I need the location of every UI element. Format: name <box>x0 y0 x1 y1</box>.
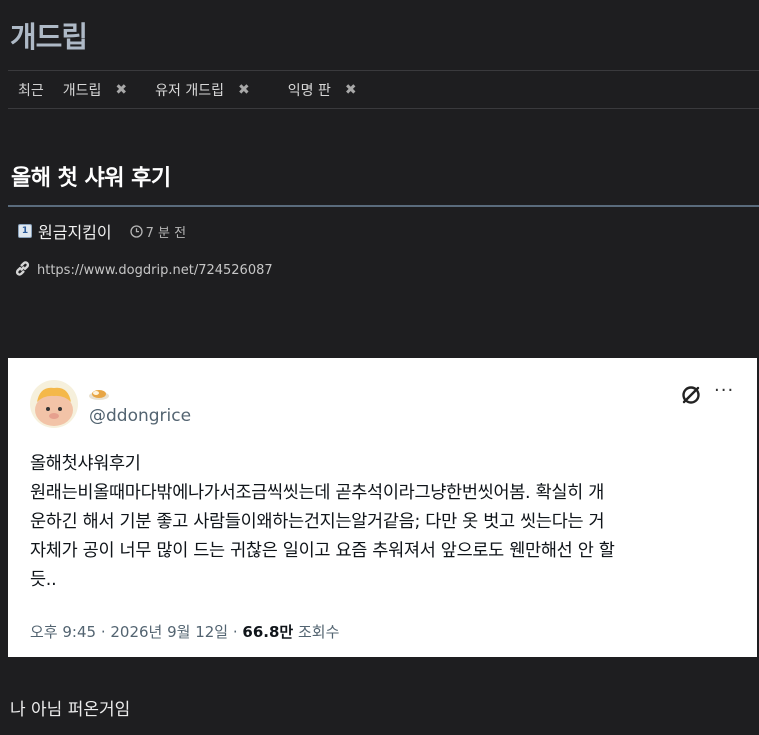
tab-bar: 최근 개드립 ✖ 유저 개드립 ✖ 익명 판 ✖ <box>8 70 759 109</box>
post-title: 올해 첫 샤워 후기 <box>11 166 171 191</box>
tab-anonymous[interactable]: 익명 판 ✖ <box>288 80 357 100</box>
view-count-label: 조회수 <box>293 623 340 641</box>
author-name[interactable]: 원금지킴이 <box>38 219 112 243</box>
title-divider <box>8 205 759 207</box>
tweet-handle[interactable]: @ddongrice <box>89 406 191 426</box>
tweet-screenshot: @ddongrice ··· 올해첫샤워후기 원래는비올때마다밖에나가서조금씩씻… <box>8 358 757 657</box>
tweet-footer: 오후 9:45 · 2026년 9월 12일 · 66.8만 조회수 <box>30 621 339 642</box>
tab-label[interactable]: 익명 판 <box>288 80 331 100</box>
permalink-row[interactable]: https://www.dogdrip.net/724526087 <box>14 260 273 281</box>
view-count: 66.8만 <box>242 623 294 641</box>
more-icon[interactable]: ··· <box>714 380 734 401</box>
tab-label[interactable]: 개드립 <box>63 80 102 100</box>
tab-gaedrip[interactable]: 개드립 ✖ <box>63 80 127 100</box>
tweet-line: 운하긴 해서 기분 좋고 사람들이왜하는건지는알거같음; 다만 옷 벗고 씻는다… <box>30 512 605 532</box>
link-icon <box>14 260 31 281</box>
user-level-icon: 1 <box>18 224 32 238</box>
post-caption: 나 아님 퍼온거임 <box>10 700 131 720</box>
close-icon[interactable]: ✖ <box>115 82 127 98</box>
tweet-timestamp: 오후 9:45 · 2026년 9월 12일 · <box>30 623 243 641</box>
recent-label: 최근 <box>18 82 44 99</box>
name-badge-icon <box>88 386 110 405</box>
tweet-line: 올해첫샤워후기 <box>30 454 141 474</box>
tab-user-gaedrip[interactable]: 유저 개드립 ✖ <box>155 80 250 100</box>
post-link[interactable]: https://www.dogdrip.net/724526087 <box>37 263 273 278</box>
grok-icon[interactable] <box>680 384 702 410</box>
tweet-text: 올해첫샤워후기 원래는비올때마다밖에나가서조금씩씻는데 곧추석이라그냥한번씻어봄… <box>30 450 742 595</box>
clock-icon <box>129 224 143 238</box>
post-meta: 1 원금지킴이 7 분 전 <box>18 219 186 243</box>
post-time: 7 분 전 <box>145 225 187 241</box>
avatar <box>30 380 78 428</box>
tweet-line: 자체가 공이 너무 많이 드는 귀찮은 일이고 요즘 추워져서 앞으로도 웬만해… <box>30 541 615 561</box>
close-icon[interactable]: ✖ <box>238 82 250 98</box>
tweet-line: 듯.. <box>30 570 57 590</box>
site-title[interactable]: 개드립 <box>10 14 88 56</box>
tab-label[interactable]: 유저 개드립 <box>155 80 224 100</box>
tweet-line: 원래는비올때마다밖에나가서조금씩씻는데 곧추석이라그냥한번씻어봄. 확실히 개 <box>30 483 605 503</box>
close-icon[interactable]: ✖ <box>345 82 357 98</box>
